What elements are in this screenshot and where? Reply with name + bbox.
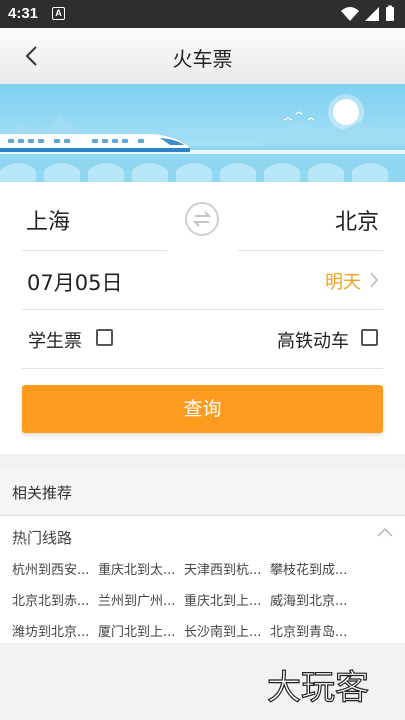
divider (238, 250, 383, 251)
divider (22, 250, 167, 251)
battery-icon (386, 7, 394, 21)
high-speed-checkbox[interactable] (361, 329, 378, 346)
route-item[interactable]: 天津西到杭... (184, 559, 266, 578)
train-banner-image (0, 84, 405, 182)
route-item[interactable]: 攀枝花到成... (270, 559, 352, 578)
notification-icon: A (52, 7, 65, 20)
swap-arrows-icon (192, 211, 212, 227)
status-bar: 4:31 A (0, 0, 405, 28)
recommend-title: 相关推荐 (12, 484, 73, 502)
date-selector[interactable]: 07月05日 明天 (22, 252, 383, 310)
hot-routes-section: 热门线路 杭州到西安... 重庆北到太... 天津西到杭... 攀枝花到成...… (0, 517, 405, 643)
signal-icon (365, 7, 379, 21)
relative-date-label: 明天 (325, 272, 361, 293)
route-item[interactable]: 重庆北到太... (98, 559, 180, 578)
route-item[interactable]: 北京到青岛... (270, 621, 352, 640)
watermark-logo: 大玩客 (266, 667, 369, 708)
hot-routes-title: 热门线路 (12, 529, 73, 547)
bottom-area: 大玩客 (0, 643, 405, 720)
status-icons (341, 5, 394, 21)
high-speed-label: 高铁动车 (277, 331, 349, 352)
booking-form: 上海 北京 07月05日 明天 学生票 高铁动车 查询 (0, 182, 405, 454)
route-item[interactable]: 威海到北京... (270, 590, 352, 609)
route-item[interactable]: 重庆北到上... (184, 590, 266, 609)
section-gap (0, 454, 405, 468)
swap-cities-button[interactable] (185, 202, 219, 236)
status-time: 4:31 (8, 5, 39, 22)
page-title: 火车票 (172, 47, 233, 71)
route-item[interactable]: 厦门北到上... (98, 621, 180, 640)
divider (22, 368, 383, 369)
route-item[interactable]: 北京北到赤... (12, 590, 94, 609)
wifi-icon (341, 7, 359, 21)
arrival-city[interactable]: 北京 (335, 204, 379, 236)
departure-date: 07月05日 (27, 271, 123, 295)
search-button[interactable]: 查询 (22, 385, 383, 433)
chevron-right-icon (370, 272, 379, 288)
student-ticket-label: 学生票 (28, 331, 82, 352)
chevron-up-icon[interactable] (377, 527, 393, 537)
route-item[interactable]: 长沙南到上... (184, 621, 266, 640)
route-item[interactable]: 潍坊到北京... (12, 621, 94, 640)
banner-illustration (0, 84, 405, 182)
departure-city[interactable]: 上海 (26, 204, 70, 236)
recommend-header: 相关推荐 (0, 468, 405, 516)
route-item[interactable]: 兰州到广州... (98, 590, 180, 609)
ticket-options: 学生票 高铁动车 (22, 310, 383, 368)
app-header: 火车票 (0, 28, 405, 84)
route-item[interactable]: 杭州到西安... (12, 559, 94, 578)
watermark-text: 大玩客 (267, 668, 369, 708)
student-ticket-checkbox[interactable] (96, 329, 113, 346)
